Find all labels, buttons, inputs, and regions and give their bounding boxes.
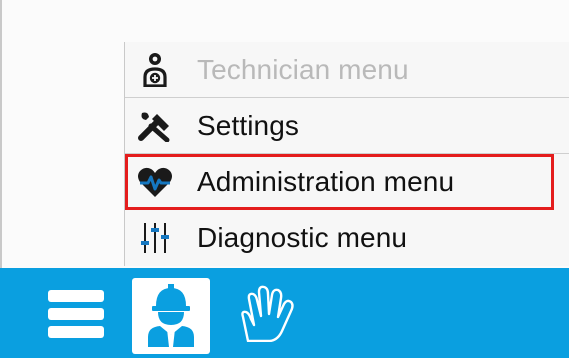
hamburger-bar: [48, 290, 104, 302]
heart-pulse-icon: [135, 165, 175, 199]
menu-item-label: Settings: [197, 109, 299, 141]
hand-icon: [236, 284, 296, 347]
menu-item-settings[interactable]: Settings: [125, 98, 569, 154]
tools-icon: [135, 109, 175, 143]
menu-item-label: Diagnostic menu: [197, 222, 408, 253]
menu-item-label: Administration menu: [197, 165, 455, 197]
hand-button[interactable]: [234, 284, 298, 346]
technician-icon: [135, 52, 175, 87]
hamburger-bar: [48, 326, 104, 338]
user-login-button[interactable]: [132, 278, 210, 354]
popup-menu: Technician menu Settings Administration …: [124, 42, 569, 266]
menu-item-diagnostic[interactable]: Diagnostic menu: [125, 210, 569, 266]
hamburger-menu-icon[interactable]: [48, 290, 104, 338]
bottom-taskbar: [0, 268, 569, 358]
worker-user-icon: [143, 281, 199, 352]
menu-item-administration[interactable]: Administration menu: [125, 154, 554, 210]
sliders-icon: [135, 221, 175, 255]
hamburger-bar: [48, 308, 104, 320]
menu-item-label: Technician menu: [197, 53, 409, 85]
left-divider: [0, 0, 2, 268]
menu-item-technician[interactable]: Technician menu: [125, 42, 569, 98]
